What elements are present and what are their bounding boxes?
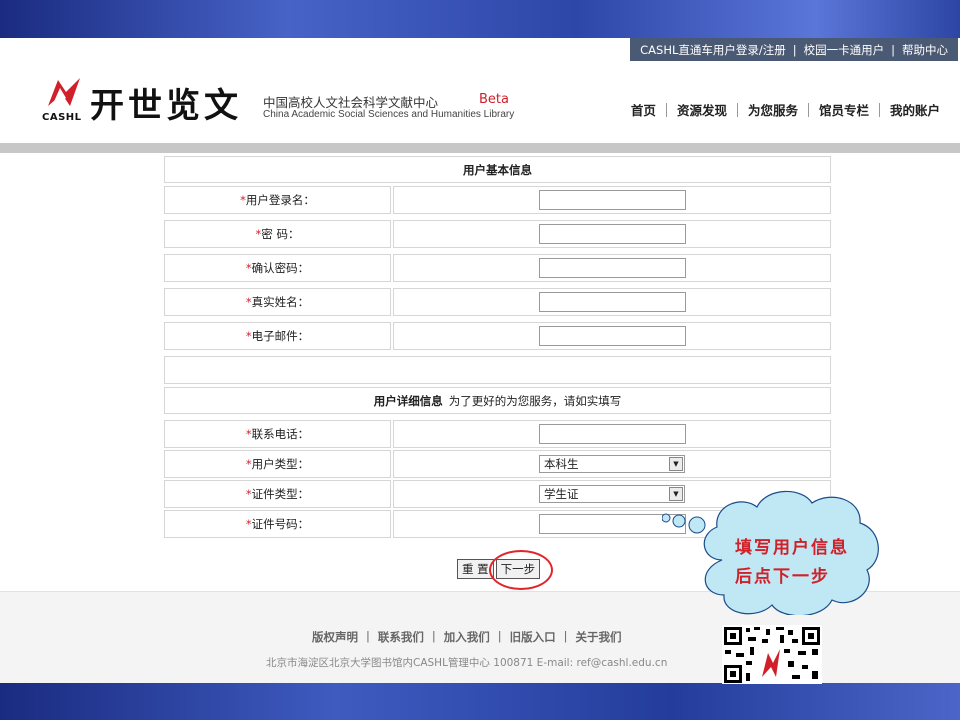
beta-badge: Beta bbox=[479, 92, 509, 107]
empty-cell bbox=[164, 356, 831, 384]
separator: | bbox=[431, 629, 436, 643]
logo-text: CASHL bbox=[42, 112, 82, 123]
field-value-cell bbox=[393, 322, 831, 350]
separator: | bbox=[891, 42, 895, 57]
basic-info-title: 用户基本信息 bbox=[164, 156, 831, 183]
footer-join-link[interactable]: 加入我们 bbox=[444, 629, 490, 645]
user-type-label: 用户类型： bbox=[251, 457, 310, 471]
field-label: * 证件类型： bbox=[164, 480, 391, 508]
id-number-label: 证件号码： bbox=[251, 517, 310, 531]
field-label: * 电子邮件： bbox=[164, 322, 391, 350]
brand-name: 开世览文 bbox=[90, 86, 242, 126]
callout-text: 填写用户信息 后点下一步 bbox=[735, 534, 849, 592]
basic-info-header-row: 用户基本信息 bbox=[164, 156, 831, 183]
nav-resource-discovery[interactable]: 资源发现 bbox=[667, 100, 737, 119]
footer-links: 版权声明 | 联系我们 | 加入我们 | 旧版入口 | 关于我们 bbox=[312, 629, 622, 645]
field-label: * 联系电话： bbox=[164, 420, 391, 448]
field-value-cell bbox=[393, 186, 831, 214]
form-row-confirm-password: * 确认密码： bbox=[164, 254, 831, 282]
campus-card-link[interactable]: 校园一卡通用户 bbox=[804, 42, 885, 58]
cashl-login-link[interactable]: CASHL直通车用户登录/注册 bbox=[640, 42, 786, 58]
field-value-cell bbox=[393, 254, 831, 282]
phone-label: 联系电话： bbox=[251, 427, 310, 441]
nav-my-account[interactable]: 我的账户 bbox=[880, 100, 950, 119]
form-row-phone: * 联系电话： bbox=[164, 420, 831, 448]
main-nav: 首页 资源发现 为您服务 馆员专栏 我的账户 bbox=[621, 100, 950, 119]
form-row-username: * 用户登录名： bbox=[164, 186, 831, 214]
phone-input[interactable] bbox=[539, 424, 686, 444]
real-name-input[interactable] bbox=[539, 292, 686, 312]
form-row-password: * 密 码： bbox=[164, 220, 831, 248]
detail-info-title-cell: 用户详细信息 为了更好的为您服务，请如实填写 bbox=[164, 387, 831, 414]
footer-contact-link[interactable]: 联系我们 bbox=[378, 629, 424, 645]
field-value-cell bbox=[393, 288, 831, 316]
id-type-label: 证件类型： bbox=[251, 487, 310, 501]
username-label: 用户登录名： bbox=[245, 193, 315, 207]
field-label: * 确认密码： bbox=[164, 254, 391, 282]
field-label: * 密 码： bbox=[164, 220, 391, 248]
nav-librarian[interactable]: 馆员专栏 bbox=[809, 100, 879, 119]
spacer-row bbox=[164, 356, 831, 384]
field-label: * 用户类型： bbox=[164, 450, 391, 478]
footer-old-version-link[interactable]: 旧版入口 bbox=[510, 629, 556, 645]
field-value-cell bbox=[393, 220, 831, 248]
logo-mark-icon bbox=[48, 78, 80, 106]
field-label: * 真实姓名： bbox=[164, 288, 391, 316]
email-label: 电子邮件： bbox=[251, 329, 310, 343]
password-input[interactable] bbox=[539, 224, 686, 244]
bottom-decor-band bbox=[0, 683, 960, 720]
header-divider bbox=[0, 143, 960, 153]
nav-home[interactable]: 首页 bbox=[621, 100, 666, 119]
field-value-cell bbox=[393, 420, 831, 448]
detail-info-note: 为了更好的为您服务，请如实填写 bbox=[448, 393, 622, 408]
cashl-logo[interactable]: CASHL bbox=[42, 74, 84, 126]
footer-address: 北京市海淀区北京大学图书馆内CASHL管理中心 100871 E-mail: r… bbox=[266, 657, 668, 669]
field-label: * 用户登录名： bbox=[164, 186, 391, 214]
confirm-password-label: 确认密码： bbox=[251, 261, 310, 275]
separator: | bbox=[563, 629, 568, 643]
password-label: 密 码： bbox=[261, 227, 300, 241]
highlight-ring bbox=[489, 550, 553, 590]
callout-line-1: 填写用户信息 bbox=[735, 538, 849, 558]
form-row-email: * 电子邮件： bbox=[164, 322, 831, 350]
footer-about-link[interactable]: 关于我们 bbox=[576, 629, 622, 645]
username-input[interactable] bbox=[539, 190, 686, 210]
callout-line-2: 后点下一步 bbox=[735, 567, 830, 587]
help-center-link[interactable]: 帮助中心 bbox=[902, 42, 948, 58]
top-decor-band bbox=[0, 0, 960, 38]
form-row-real-name: * 真实姓名： bbox=[164, 288, 831, 316]
separator: | bbox=[497, 629, 502, 643]
separator: | bbox=[366, 629, 370, 643]
qr-code-icon bbox=[722, 625, 822, 684]
field-label: * 证件号码： bbox=[164, 510, 391, 538]
detail-info-header-row: 用户详细信息 为了更好的为您服务，请如实填写 bbox=[164, 387, 831, 414]
user-type-value: 本科生 bbox=[544, 457, 579, 471]
separator: | bbox=[792, 42, 797, 57]
footer-copyright-link[interactable]: 版权声明 bbox=[312, 629, 358, 645]
web-page: CASHL直通车用户登录/注册 | 校园一卡通用户 | 帮助中心 CASHL 开… bbox=[0, 38, 960, 684]
email-input[interactable] bbox=[539, 326, 686, 346]
top-links-bar: CASHL直通车用户登录/注册 | 校园一卡通用户 | 帮助中心 bbox=[630, 38, 958, 61]
real-name-label: 真实姓名： bbox=[251, 295, 310, 309]
nav-services[interactable]: 为您服务 bbox=[738, 100, 808, 119]
brand-subtitle-en: China Academic Social Sciences and Human… bbox=[263, 109, 515, 120]
id-type-value: 学生证 bbox=[544, 487, 579, 501]
confirm-password-input[interactable] bbox=[539, 258, 686, 278]
detail-info-title: 用户详细信息 bbox=[373, 393, 443, 408]
